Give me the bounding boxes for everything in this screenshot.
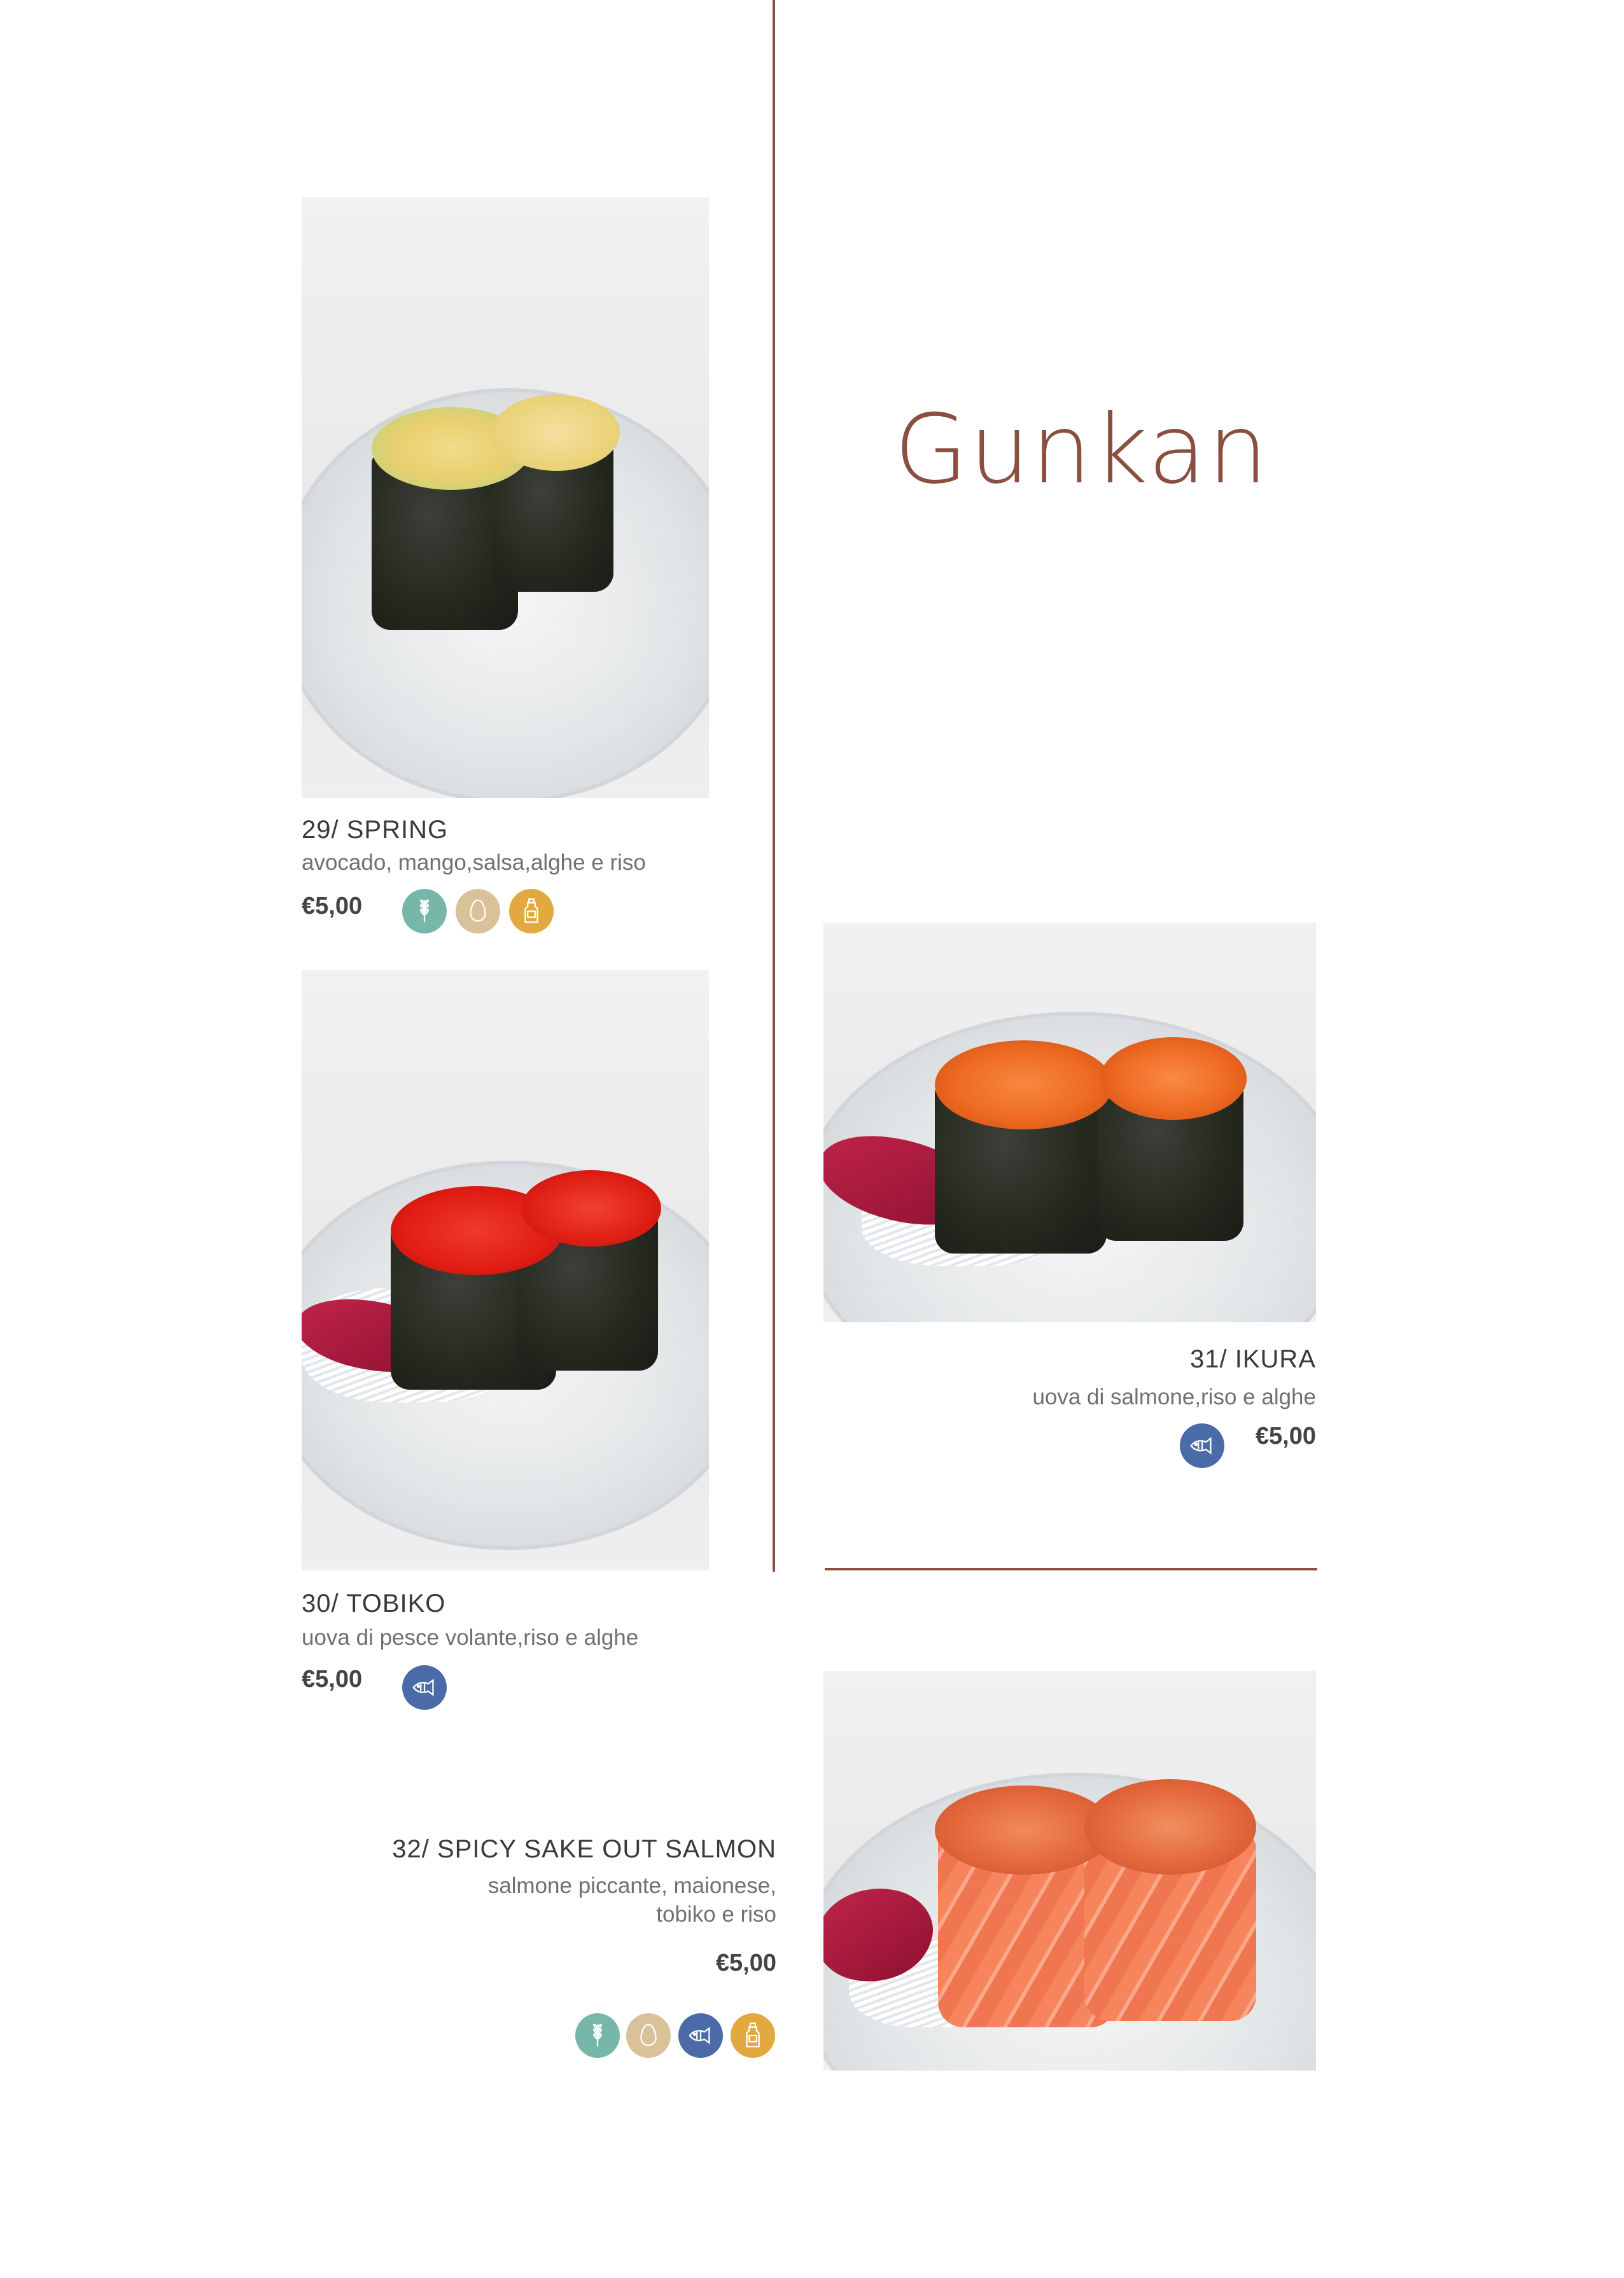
ikura-price: €5,00 xyxy=(1255,1423,1316,1450)
ikura-description: uova di salmone,riso e alghe xyxy=(1032,1385,1316,1409)
tobiko-price: €5,00 xyxy=(302,1666,363,1693)
egg-icon xyxy=(456,889,500,933)
tobiko-photo xyxy=(302,970,709,1570)
sauce-bottle-icon xyxy=(509,889,554,933)
fish-icon xyxy=(402,1665,447,1710)
vertical-divider xyxy=(773,0,775,1572)
tobiko-description: uova di pesce volante,riso e alghe xyxy=(302,1625,639,1650)
spicy-salmon-photo xyxy=(823,1671,1316,2071)
wheat-icon xyxy=(402,889,447,933)
sauce-bottle-icon xyxy=(731,2013,775,2058)
spring-name: 29/ SPRING xyxy=(302,816,449,844)
ikura-photo xyxy=(823,923,1316,1322)
spicy-salmon-description-line2: tobiko e riso xyxy=(656,1902,776,1927)
spicy-salmon-price: €5,00 xyxy=(715,1950,776,1976)
tobiko-name: 30/ TOBIKO xyxy=(302,1590,446,1618)
spring-price: €5,00 xyxy=(302,893,363,919)
section-title: Gunkan xyxy=(894,395,1270,505)
spicy-salmon-description-line1: salmone piccante, maionese, xyxy=(487,1873,776,1898)
horizontal-divider xyxy=(825,1568,1317,1570)
egg-icon xyxy=(626,2013,671,2058)
wheat-icon xyxy=(575,2013,620,2058)
fish-icon xyxy=(678,2013,723,2058)
spicy-salmon-name: 32/ SPICY SAKE OUT SALMON xyxy=(392,1835,776,1863)
ikura-name: 31/ IKURA xyxy=(1190,1345,1316,1373)
spring-photo xyxy=(302,197,709,798)
spring-description: avocado, mango,salsa,alghe e riso xyxy=(302,850,646,875)
